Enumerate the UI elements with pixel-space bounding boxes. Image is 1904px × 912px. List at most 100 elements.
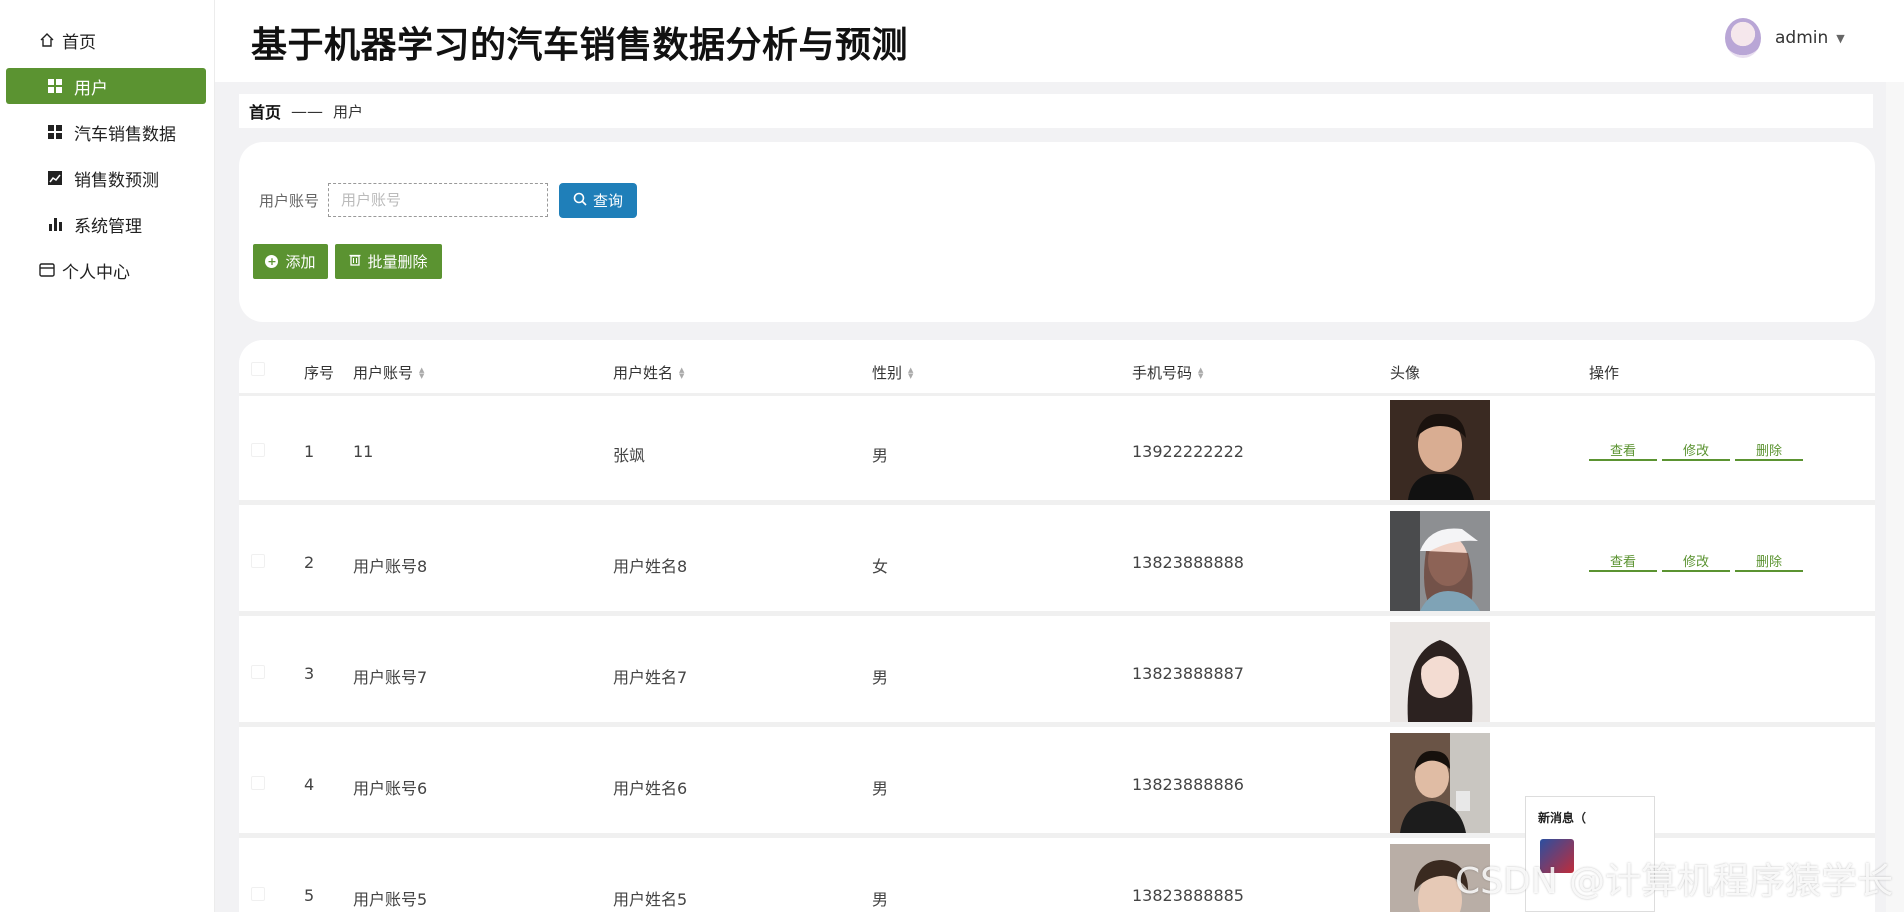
- search-icon: [573, 192, 587, 210]
- cell-account: 用户账号8: [353, 557, 428, 576]
- table-row: 1 11 张飒 男 13922222222 查看 修改 删除: [239, 397, 1875, 505]
- table-row: 3 用户账号7 用户姓名7 男 13823888887: [239, 619, 1875, 727]
- scrollbar[interactable]: [1886, 82, 1904, 912]
- cell-gender: 男: [872, 668, 889, 687]
- cell-name: 用户姓名7: [613, 668, 688, 687]
- cell-name: 用户姓名8: [613, 557, 688, 576]
- row-checkbox[interactable]: [251, 665, 265, 679]
- table-header: 序号 用户账号 ▲ ▼ 用户姓名 ▲ ▼ 性别 ▲ ▼ 手机号码 ▲ ▼ 头像 操作: [239, 340, 1875, 396]
- add-button-label: 添加: [285, 253, 316, 271]
- sidebar-item-home[interactable]: 首页: [6, 22, 206, 58]
- cell-index: 2: [304, 553, 315, 572]
- cell-index: 4: [304, 775, 315, 794]
- sidebar-item-label: 首页: [62, 32, 96, 53]
- header-name[interactable]: 用户姓名 ▲ ▼: [613, 362, 684, 383]
- header-gender[interactable]: 性别 ▲ ▼: [872, 362, 913, 383]
- cell-gender: 男: [872, 446, 889, 465]
- header-phone[interactable]: 手机号码 ▲ ▼: [1132, 362, 1203, 383]
- sidebar-item-label: 销售数预测: [74, 170, 159, 191]
- breadcrumb-home[interactable]: 首页: [249, 99, 281, 123]
- username: admin: [1775, 28, 1829, 48]
- sidebar-item-label: 系统管理: [74, 216, 142, 237]
- header-account[interactable]: 用户账号 ▲ ▼: [353, 362, 424, 383]
- card-icon: [38, 261, 56, 279]
- header-actions: 操作: [1589, 364, 1620, 382]
- sidebar-item-label: 用户: [74, 78, 108, 99]
- cell-account: 用户账号7: [353, 668, 428, 687]
- breadcrumb-separator: ——: [291, 101, 324, 121]
- row-checkbox[interactable]: [251, 776, 265, 790]
- cell-name: 用户姓名5: [613, 890, 688, 909]
- sort-icon[interactable]: ▲ ▼: [419, 366, 424, 379]
- sidebar-item-label: 汽车销售数据: [74, 124, 176, 145]
- cell-phone: 13823888886: [1132, 775, 1244, 794]
- user-avatar-photo: [1390, 511, 1490, 611]
- cell-account: 用户账号6: [353, 779, 428, 798]
- search-input[interactable]: [328, 183, 548, 217]
- grid-icon: [46, 123, 64, 141]
- cell-phone: 13823888888: [1132, 553, 1244, 572]
- batch-delete-button[interactable]: 批量删除: [335, 244, 442, 279]
- row-checkbox[interactable]: [251, 554, 265, 568]
- sidebar-item-sales-forecast[interactable]: 销售数预测: [6, 160, 206, 196]
- view-button[interactable]: 查看: [1589, 439, 1657, 461]
- cell-gender: 男: [872, 890, 889, 909]
- trash-icon: [349, 253, 361, 270]
- sidebar-item-system-management[interactable]: 系统管理: [6, 206, 206, 242]
- sort-icon[interactable]: ▲ ▼: [908, 366, 913, 379]
- search-label: 用户账号: [259, 192, 320, 210]
- edit-button[interactable]: 修改: [1662, 550, 1730, 572]
- add-button[interactable]: + 添加: [253, 244, 328, 279]
- notification-title: 新消息（: [1538, 811, 1587, 825]
- top-header: 基于机器学习的汽车销售数据分析与预测 admin ▼: [215, 0, 1904, 82]
- delete-button[interactable]: 删除: [1735, 550, 1803, 572]
- bar-chart-icon: [46, 215, 64, 233]
- user-avatar-photo: [1390, 400, 1490, 500]
- user-avatar-photo: [1390, 733, 1490, 833]
- header-index: 序号: [304, 364, 335, 382]
- row-checkbox[interactable]: [251, 887, 265, 901]
- cell-phone: 13823888887: [1132, 664, 1244, 683]
- batch-delete-button-label: 批量删除: [367, 253, 428, 271]
- sidebar-item-users[interactable]: 用户: [6, 68, 206, 104]
- cell-account: 用户账号5: [353, 890, 428, 909]
- chevron-down-icon: ▼: [1836, 31, 1845, 45]
- query-button[interactable]: 查询: [559, 183, 637, 218]
- header-avatar: 头像: [1390, 364, 1421, 382]
- avatar: [1725, 18, 1761, 58]
- breadcrumb: 首页 —— 用户: [239, 94, 1873, 128]
- cell-name: 用户姓名6: [613, 779, 688, 798]
- cell-account: 11: [353, 442, 374, 461]
- user-avatar-photo: [1390, 622, 1490, 722]
- table-row: 2 用户账号8 用户姓名8 女 13823888888 查看 修改 删除: [239, 508, 1875, 616]
- edit-button[interactable]: 修改: [1662, 439, 1730, 461]
- query-button-label: 查询: [592, 192, 623, 210]
- row-checkbox[interactable]: [251, 443, 265, 457]
- search-panel: 用户账号 查询 + 添加 批量删除: [239, 142, 1875, 322]
- cell-index: 5: [304, 886, 315, 905]
- sidebar: 首页 用户 汽车销售数据 销售数预测 系统管理 个人中心: [0, 0, 215, 912]
- watermark: CSDN @计算机程序猿学长: [1455, 861, 1894, 902]
- sort-icon[interactable]: ▲ ▼: [679, 366, 684, 379]
- sort-icon[interactable]: ▲ ▼: [1198, 366, 1203, 379]
- cell-index: 3: [304, 664, 315, 683]
- cell-gender: 男: [872, 779, 889, 798]
- delete-button[interactable]: 删除: [1735, 439, 1803, 461]
- cell-phone: 13922222222: [1132, 442, 1244, 461]
- home-icon: [38, 31, 56, 49]
- user-menu[interactable]: admin ▼: [1725, 18, 1845, 58]
- plus-circle-icon: +: [265, 255, 279, 268]
- cell-phone: 13823888885: [1132, 886, 1244, 905]
- view-button[interactable]: 查看: [1589, 550, 1657, 572]
- grid-icon: [46, 77, 64, 95]
- sidebar-item-car-sales-data[interactable]: 汽车销售数据: [6, 114, 206, 150]
- sidebar-item-profile[interactable]: 个人中心: [6, 252, 206, 288]
- breadcrumb-current: 用户: [333, 102, 364, 121]
- app-title: 基于机器学习的汽车销售数据分析与预测: [251, 25, 909, 66]
- chart-icon: [46, 169, 64, 187]
- select-all-checkbox[interactable]: [251, 362, 265, 376]
- cell-name: 张飒: [613, 446, 646, 465]
- cell-gender: 女: [872, 557, 889, 576]
- sidebar-item-label: 个人中心: [62, 262, 130, 283]
- cell-index: 1: [304, 442, 315, 461]
